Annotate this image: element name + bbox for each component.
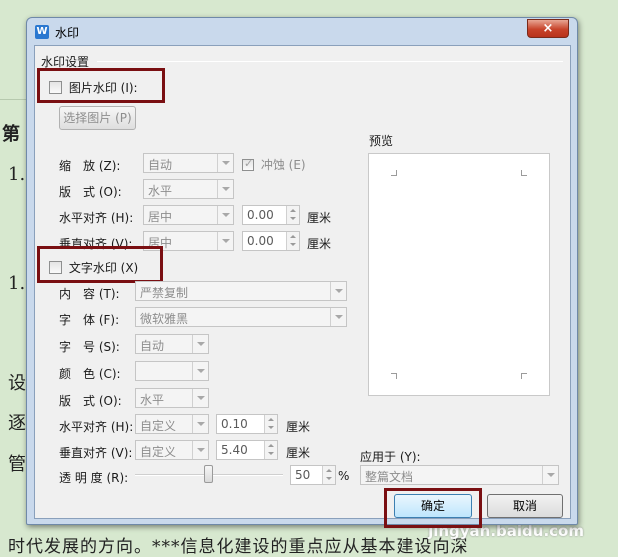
picture-halign-offset-value: 0.00 [247, 208, 274, 222]
font-value: 微软雅黑 [140, 312, 189, 326]
scale-select[interactable]: 自动 [143, 153, 234, 173]
font-select[interactable]: 微软雅黑 [135, 307, 347, 327]
doc-text-heading: 第 [2, 124, 20, 145]
picture-halign-value: 居中 [148, 210, 173, 224]
select-picture-button[interactable]: 选择图片 (P) [59, 106, 136, 130]
section-divider [97, 61, 563, 62]
dialog-titlebar[interactable]: W 水印 × [27, 18, 577, 44]
ok-button[interactable]: 确定 [394, 494, 472, 518]
apply-to-select[interactable]: 整篇文档 [360, 465, 559, 485]
chevron-down-icon [192, 362, 208, 380]
doc-bottom-line: 时代发展的方向。***信息化建设的重点应从基本建设向深 [8, 537, 469, 557]
apply-to-value: 整篇文档 [365, 470, 414, 484]
text-halign-value: 自定义 [140, 419, 177, 433]
picture-layout-value: 水平 [148, 184, 173, 198]
font-label: 字 体 (F): [59, 313, 120, 327]
apply-to-label: 应用于 (Y): [360, 450, 421, 464]
doc-text-line-c: 管 [8, 454, 26, 475]
doc-text-item-1: 1. [8, 164, 26, 185]
text-watermark-checkbox[interactable]: 文字水印 (X) [49, 259, 138, 276]
dialog-title: 水印 [55, 26, 80, 40]
text-valign-label: 垂直对齐 (V): [59, 446, 133, 460]
size-label: 字 号 (S): [59, 340, 120, 354]
preview-label: 预览 [369, 134, 394, 148]
text-valign-value: 自定义 [140, 445, 177, 459]
picture-layout-select[interactable]: 水平 [143, 179, 234, 199]
transparency-value: 50 [295, 468, 311, 482]
text-halign-select[interactable]: 自定义 [135, 414, 209, 434]
washout-checkbox[interactable]: ✓ 冲蚀 (E) [242, 156, 306, 173]
text-valign-offset-value: 5.40 [221, 443, 248, 457]
text-halign-offset[interactable]: 0.10 [216, 414, 278, 434]
preview-area [368, 153, 550, 396]
doc-text-line-b: 逐 [8, 413, 26, 434]
text-halign-unit: 厘米 [286, 420, 311, 434]
picture-valign-offset-value: 0.00 [247, 234, 274, 248]
transparency-spin[interactable]: 50 [290, 465, 336, 485]
text-valign-select[interactable]: 自定义 [135, 440, 209, 460]
preview-corner-mark [391, 373, 397, 379]
scale-value: 自动 [148, 158, 173, 172]
chevron-down-icon [330, 308, 346, 326]
washout-label: 冲蚀 (E) [260, 158, 306, 172]
text-valign-unit: 厘米 [286, 446, 311, 460]
checkmark-icon[interactable]: ✓ [242, 157, 254, 171]
chevron-down-icon [217, 154, 233, 172]
preview-corner-mark [521, 170, 527, 176]
picture-halign-offset[interactable]: 0.00 [242, 205, 300, 225]
color-select[interactable] [135, 361, 209, 381]
content-select[interactable]: 严禁复制 [135, 281, 347, 301]
watermark-dialog: W 水印 × 水印设置 图片水印 (I): 选择图片 (P) 缩 放 (Z): … [26, 17, 578, 528]
text-halign-offset-value: 0.10 [221, 417, 248, 431]
text-layout-label: 版 式 (O): [59, 394, 122, 408]
picture-watermark-label: 图片水印 (I): [68, 81, 138, 95]
chevron-down-icon [192, 415, 208, 433]
content-value: 严禁复制 [140, 286, 189, 300]
size-value: 自动 [140, 339, 165, 353]
checkbox-box[interactable] [49, 81, 62, 94]
spin-arrows-icon[interactable] [264, 441, 277, 459]
spin-arrows-icon[interactable] [264, 415, 277, 433]
size-select[interactable]: 自动 [135, 334, 209, 354]
text-valign-offset[interactable]: 5.40 [216, 440, 278, 460]
color-label: 颜 色 (C): [59, 367, 121, 381]
close-button[interactable]: × [527, 19, 569, 38]
chevron-down-icon [217, 206, 233, 224]
spin-arrows-icon[interactable] [322, 466, 335, 484]
text-layout-select[interactable]: 水平 [135, 388, 209, 408]
picture-halign-label: 水平对齐 (H): [59, 211, 134, 225]
chevron-down-icon [192, 335, 208, 353]
spin-arrows-icon[interactable] [286, 232, 299, 250]
doc-text-item-2: 1. [8, 273, 26, 294]
chevron-down-icon [192, 389, 208, 407]
checkbox-box[interactable] [49, 261, 62, 274]
preview-corner-mark [391, 170, 397, 176]
scale-label: 缩 放 (Z): [59, 159, 121, 173]
chevron-down-icon [330, 282, 346, 300]
chevron-down-icon [192, 441, 208, 459]
picture-valign-unit: 厘米 [307, 237, 332, 251]
picture-valign-offset[interactable]: 0.00 [242, 231, 300, 251]
transparency-label: 透 明 度 (R): [59, 471, 129, 485]
text-layout-value: 水平 [140, 393, 165, 407]
chevron-down-icon [542, 466, 558, 484]
spin-arrows-icon[interactable] [286, 206, 299, 224]
text-watermark-label: 文字水印 (X) [68, 261, 139, 275]
picture-halign-unit: 厘米 [307, 211, 332, 225]
preview-corner-mark [521, 373, 527, 379]
chevron-down-icon [217, 232, 233, 250]
chevron-down-icon [217, 180, 233, 198]
dialog-client-area: 水印设置 图片水印 (I): 选择图片 (P) 缩 放 (Z): 自动 ✓ 冲蚀… [34, 45, 571, 528]
picture-halign-select[interactable]: 居中 [143, 205, 234, 225]
content-label: 内 容 (T): [59, 287, 120, 301]
wps-writer-icon: W [35, 25, 49, 39]
cancel-button[interactable]: 取消 [487, 494, 563, 518]
text-halign-label: 水平对齐 (H): [59, 420, 134, 434]
picture-watermark-checkbox[interactable]: 图片水印 (I): [49, 79, 138, 96]
picture-layout-label: 版 式 (O): [59, 185, 122, 199]
transparency-slider-thumb[interactable] [204, 465, 213, 483]
transparency-percent: % [338, 469, 350, 483]
doc-text-line-a: 设 [8, 373, 26, 394]
